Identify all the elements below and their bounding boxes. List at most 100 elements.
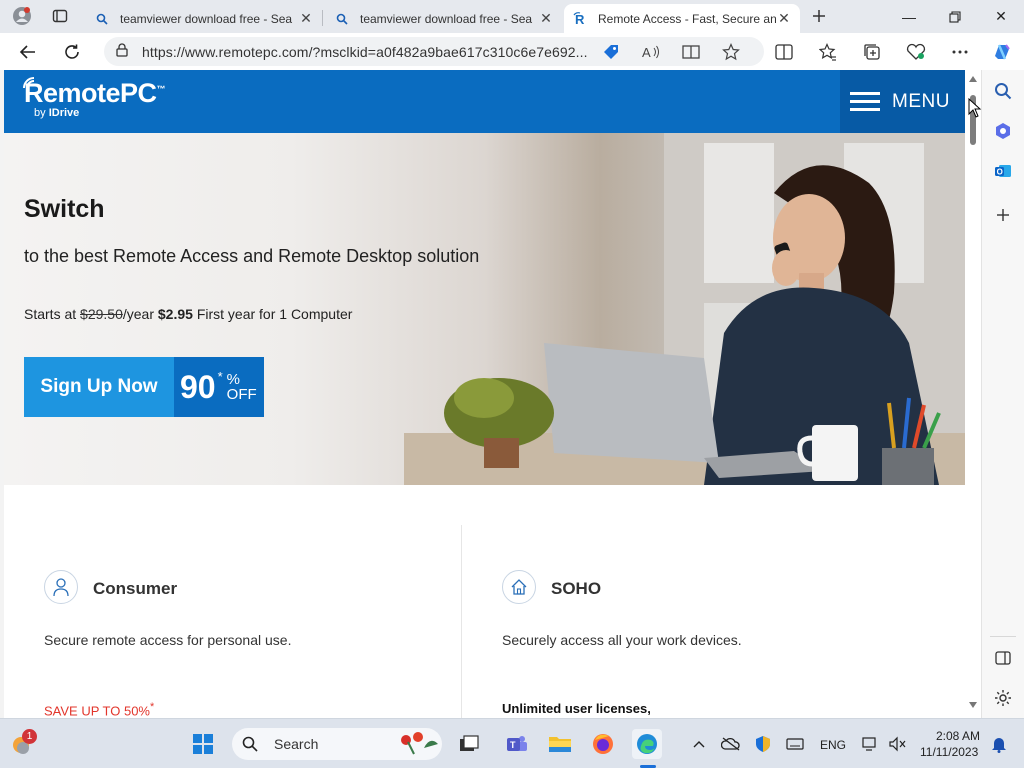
close-window-icon[interactable]: ✕ [978, 0, 1024, 33]
refresh-icon[interactable] [58, 38, 86, 66]
back-icon[interactable] [14, 38, 42, 66]
by-prefix: by [34, 107, 46, 119]
windows-taskbar: 1 Search T ENG 2:08 AM 11/11/2023 [0, 718, 1024, 768]
favorite-star-icon[interactable] [720, 43, 742, 61]
tab-search-1[interactable]: teamviewer download free - Sea ✕ [86, 4, 322, 33]
restore-icon[interactable] [932, 0, 978, 33]
taskbar-search[interactable]: Search [232, 728, 442, 760]
svg-text:O: O [997, 168, 1003, 177]
tab-title: Remote Access - Fast, Secure and [598, 11, 776, 26]
new-price: $2.95 [157, 306, 193, 322]
tab-remotepc[interactable]: R Remote Access - Fast, Secure and ✕ [564, 4, 800, 33]
coupon-tag-icon[interactable] [600, 43, 622, 61]
discount-off-label: OFF [226, 386, 257, 403]
mouse-cursor-icon [968, 98, 982, 118]
search-icon [242, 736, 258, 752]
user-icon [44, 570, 78, 604]
clock-date[interactable]: 11/11/2023 [920, 745, 978, 759]
signal-arc-icon [23, 77, 35, 89]
menu-button[interactable]: MENU [840, 70, 965, 133]
immersive-reader-icon[interactable] [680, 43, 702, 61]
scroll-up-icon[interactable] [969, 76, 977, 82]
svg-text:T: T [510, 740, 516, 750]
search-highlight-flowers-icon [401, 732, 438, 755]
address-bar[interactable]: https://www.remotepc.com/?msclkid=a0f482… [104, 37, 764, 66]
discount-value: 90 [180, 368, 216, 405]
volume-muted-icon[interactable] [882, 729, 912, 759]
plan-title: SOHO [551, 579, 602, 598]
file-explorer-icon[interactable] [545, 729, 575, 759]
clock-time[interactable]: 2:08 AM [936, 729, 980, 743]
remotepc-logo[interactable]: RemotePC™ by IDrive [23, 77, 166, 119]
security-shield-icon[interactable] [748, 729, 778, 759]
language-indicator[interactable]: ENG [820, 738, 846, 752]
plan-savings: SAVE UP TO 50%* [44, 701, 154, 718]
browser-tab-strip: teamviewer download free - Sea ✕ teamvie… [0, 0, 1024, 33]
discount-badge: 90 * % OFF [174, 357, 264, 417]
scroll-down-icon[interactable] [969, 702, 977, 708]
search-icon[interactable] [990, 78, 1016, 104]
favorites-icon[interactable] [814, 38, 842, 66]
copilot-icon[interactable] [988, 38, 1016, 66]
home-icon [502, 570, 536, 604]
savings-star: * [149, 701, 155, 713]
page-viewport: RemotePC™ by IDrive MENU Switch to the b… [4, 70, 965, 718]
notification-badge: 1 [22, 729, 37, 744]
plan-description: Secure remote access for personal use. [44, 632, 292, 648]
remotepc-favicon-icon: R [572, 11, 588, 27]
old-price: $29.50 [80, 306, 123, 322]
onedrive-icon[interactable] [716, 729, 746, 759]
tab-search-2[interactable]: teamviewer download free - Sea ✕ [326, 4, 562, 33]
teams-icon[interactable]: T [502, 729, 532, 759]
new-tab-icon[interactable] [805, 4, 833, 28]
plan-description: Securely access all your work devices. [502, 632, 742, 648]
site-header: RemotePC™ by IDrive MENU [4, 70, 965, 133]
close-icon[interactable]: ✕ [776, 10, 792, 27]
discount-star: * [217, 369, 223, 384]
hero-subtitle: to the best Remote Access and Remote Des… [24, 246, 480, 266]
per-year: /year [122, 306, 154, 322]
brand-name: RemotePC [24, 78, 157, 108]
plan-title: Consumer [93, 579, 178, 598]
by-brand: IDrive [48, 107, 80, 119]
svg-text:R: R [575, 12, 585, 27]
minimize-icon[interactable]: — [886, 0, 932, 33]
show-hidden-icons-icon[interactable] [684, 729, 714, 759]
close-icon[interactable]: ✕ [298, 10, 314, 27]
outlook-icon[interactable]: O [990, 158, 1016, 184]
sign-up-label: Sign Up Now [24, 357, 174, 417]
sidebar-divider [990, 636, 1016, 637]
settings-gear-icon[interactable] [990, 685, 1016, 711]
hero-title: Switch [24, 195, 105, 223]
edge-taskbar-icon[interactable] [632, 729, 662, 759]
sign-up-now-button[interactable]: Sign Up Now 90 * % OFF [24, 357, 264, 417]
edge-sidebar: O [981, 70, 1024, 718]
plan-consumer[interactable]: Consumer Secure remote access for person… [44, 485, 464, 718]
discount-percent: % [226, 371, 240, 388]
svg-text:A: A [642, 45, 651, 60]
page-scrollbar[interactable] [965, 70, 981, 718]
notifications-bell-icon[interactable] [984, 729, 1014, 759]
price-prefix: Starts at [24, 306, 77, 322]
more-options-icon[interactable] [946, 38, 974, 66]
url-text: https://www.remotepc.com/?msclkid=a0f482… [142, 43, 587, 60]
add-icon[interactable] [990, 202, 1016, 228]
close-icon[interactable]: ✕ [538, 10, 554, 27]
search-icon [94, 11, 110, 27]
collections-icon[interactable] [858, 38, 886, 66]
copilot-apps-icon[interactable] [990, 118, 1016, 144]
hide-sidebar-icon[interactable] [990, 645, 1016, 671]
lock-icon[interactable] [116, 43, 128, 60]
start-button-icon[interactable] [188, 729, 218, 759]
split-screen-icon[interactable] [770, 38, 798, 66]
profile-icon[interactable] [8, 4, 36, 28]
browser-essentials-icon[interactable] [902, 38, 930, 66]
read-aloud-icon[interactable]: A [640, 43, 662, 61]
plans-divider [461, 525, 462, 718]
tab-actions-icon[interactable] [46, 4, 74, 28]
plan-soho[interactable]: SOHO Securely access all your work devic… [502, 485, 922, 718]
task-view-icon[interactable] [454, 729, 484, 759]
keyboard-icon[interactable] [780, 729, 810, 759]
search-label: Search [274, 736, 319, 752]
firefox-icon[interactable] [588, 729, 618, 759]
